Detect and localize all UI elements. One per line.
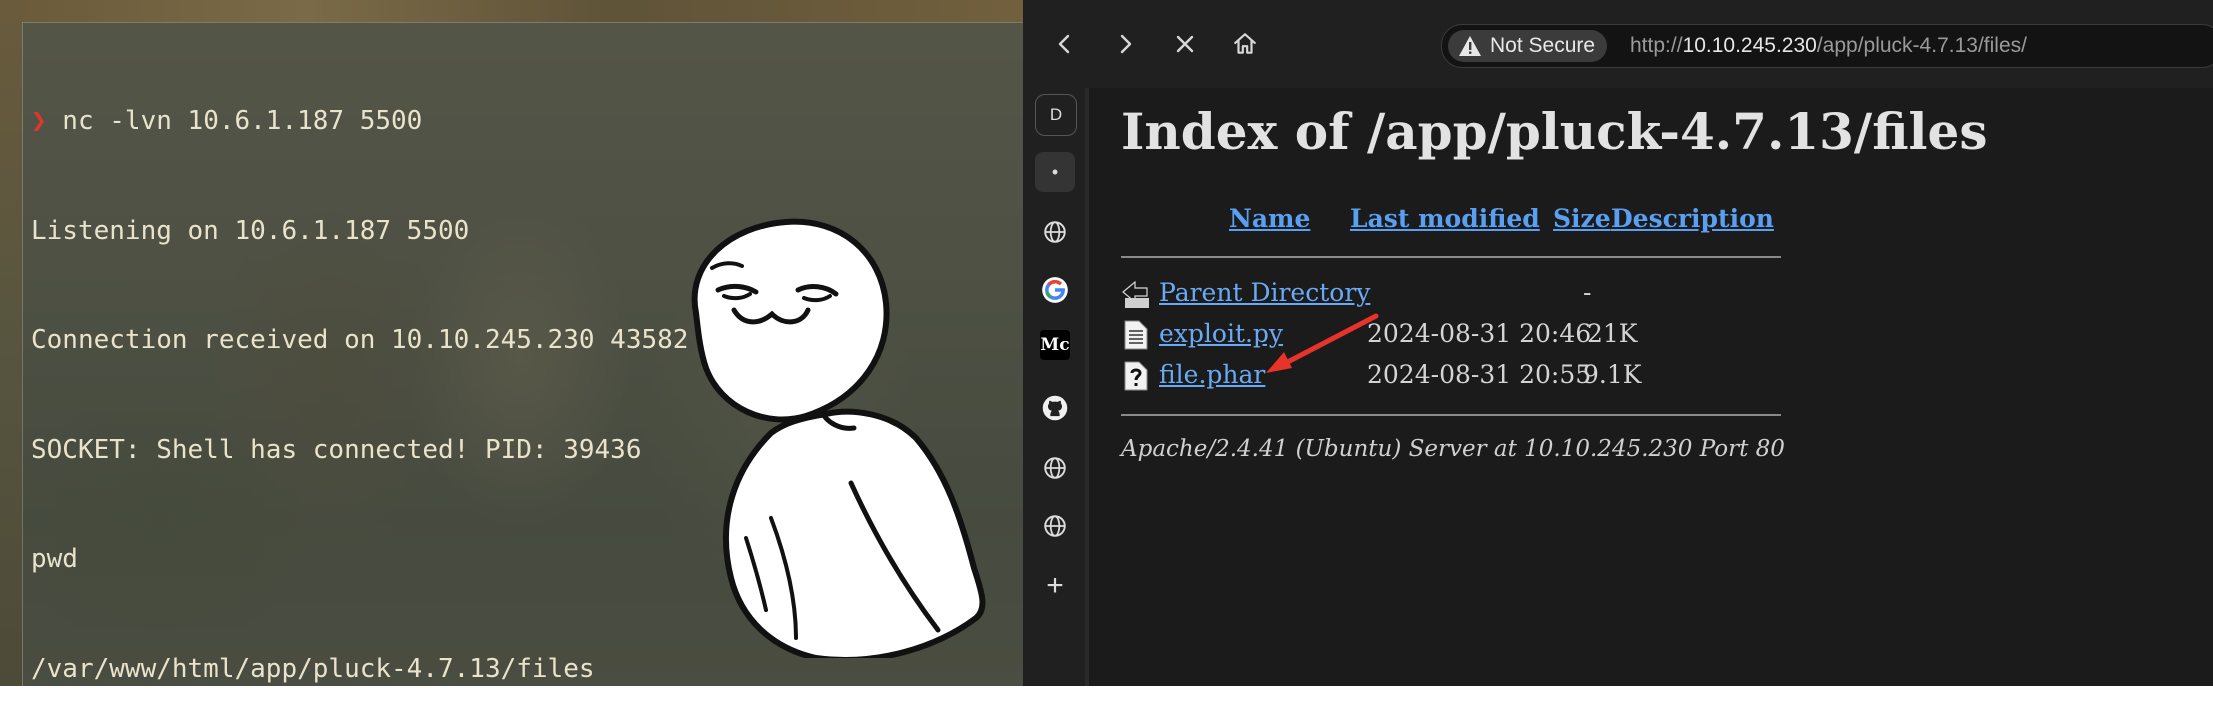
plus-icon: + <box>1046 569 1064 602</box>
sidebar-tab-globe-1[interactable] <box>1035 212 1075 252</box>
directory-listing-page: Index of /app/pluck-4.7.13/files Name La… <box>1089 88 2213 686</box>
column-header-description[interactable]: Description <box>1611 204 1774 233</box>
active-tab-dot-icon: • <box>1051 161 1059 182</box>
forward-button[interactable] <box>1105 24 1145 64</box>
url-scheme: http:// <box>1630 34 1683 57</box>
profile-label: D <box>1049 105 1063 124</box>
github-icon <box>1042 395 1068 421</box>
not-secure-label: Not Secure <box>1490 34 1596 57</box>
row-modified: 2024-08-31 20:55 <box>1367 360 1592 389</box>
table-top-rule <box>1121 256 1781 258</box>
google-icon <box>1042 277 1068 303</box>
prompt-symbol: ❯ <box>31 106 47 136</box>
server-signature: Apache/2.4.41 (Ubuntu) Server at 10.10.2… <box>1121 436 1785 462</box>
browser-toolbar: Not Secure http://10.10.245.230/app/pluc… <box>1023 0 2213 88</box>
terminal-output[interactable]: ❯ nc -lvn 10.6.1.187 5500 Listening on 1… <box>31 30 688 724</box>
medium-icon: Mc <box>1040 335 1070 355</box>
bottom-margin <box>0 686 2213 705</box>
sidebar-tab-medium[interactable]: Mc <box>1040 330 1070 360</box>
wallpaper-frame-left <box>0 0 22 686</box>
url-host: 10.10.245.230 <box>1682 34 1817 57</box>
security-indicator[interactable]: Not Secure <box>1448 30 1608 62</box>
sidebar-tab-globe-2[interactable] <box>1035 448 1075 488</box>
browser-window: Not Secure http://10.10.245.230/app/pluc… <box>1023 0 2213 686</box>
stop-button[interactable] <box>1165 24 1205 64</box>
profile-button[interactable]: D <box>1035 94 1077 136</box>
globe-icon <box>1044 457 1066 479</box>
text-file-icon <box>1124 320 1148 350</box>
table-bottom-rule <box>1121 414 1781 416</box>
close-icon <box>1176 35 1194 53</box>
globe-icon <box>1044 515 1066 537</box>
column-header-name[interactable]: Name <box>1229 204 1310 233</box>
wallpaper-frame-top <box>0 0 1023 22</box>
terminal-line: /var/www/html/app/pluck-4.7.13/files <box>31 653 595 684</box>
column-header-last-modified[interactable]: Last modified <box>1350 204 1540 233</box>
url-text[interactable]: http://10.10.245.230/app/pluck-4.7.13/fi… <box>1630 34 2027 58</box>
home-button[interactable] <box>1225 24 1265 64</box>
row-modified: 2024-08-31 20:46 <box>1367 319 1592 348</box>
terminal-line: ❯ nc -lvn 10.6.1.187 5500 <box>31 103 688 140</box>
sidebar-tab-github[interactable] <box>1035 388 1075 428</box>
globe-icon <box>1044 221 1066 243</box>
back-button[interactable] <box>1045 24 1085 64</box>
warning-icon <box>1459 36 1481 56</box>
row-size: 9.1K <box>1583 360 1642 389</box>
page-title: Index of /app/pluck-4.7.13/files <box>1121 102 1988 161</box>
terminal-line: pwd <box>31 544 78 574</box>
chevron-left-icon <box>1058 34 1070 54</box>
terminal-command: nc -lvn 10.6.1.187 5500 <box>46 106 423 136</box>
smug-sticker-illustration <box>691 218 986 658</box>
url-path: /app/pluck-4.7.13/files/ <box>1816 34 2027 57</box>
unknown-file-icon <box>1124 361 1148 391</box>
annotation-arrow-icon <box>1266 313 1379 373</box>
row-size: - <box>1583 278 1592 307</box>
terminal-line: Connection received on 10.10.245.230 435… <box>31 325 689 355</box>
active-tab-button[interactable]: • <box>1035 152 1075 192</box>
browser-sidebar: D • Mc + <box>1023 88 1085 686</box>
home-icon <box>1234 33 1256 54</box>
parent-directory-link[interactable]: Parent Directory <box>1159 278 1370 307</box>
address-bar[interactable]: Not Secure http://10.10.245.230/app/pluc… <box>1441 24 2213 68</box>
sidebar-tab-globe-3[interactable] <box>1035 506 1075 546</box>
sidebar-tab-google[interactable] <box>1035 270 1075 310</box>
chevron-right-icon <box>1120 34 1132 54</box>
terminal-line: Listening on 10.6.1.187 5500 <box>31 215 470 246</box>
file-link-file-phar[interactable]: file.phar <box>1159 360 1265 389</box>
column-header-size[interactable]: Size <box>1553 204 1611 233</box>
row-size: 21K <box>1587 319 1638 348</box>
add-tab-button[interactable]: + <box>1035 566 1075 606</box>
terminal-line: SOCKET: Shell has connected! PID: 39436 <box>31 434 642 465</box>
back-folder-icon <box>1122 280 1149 308</box>
